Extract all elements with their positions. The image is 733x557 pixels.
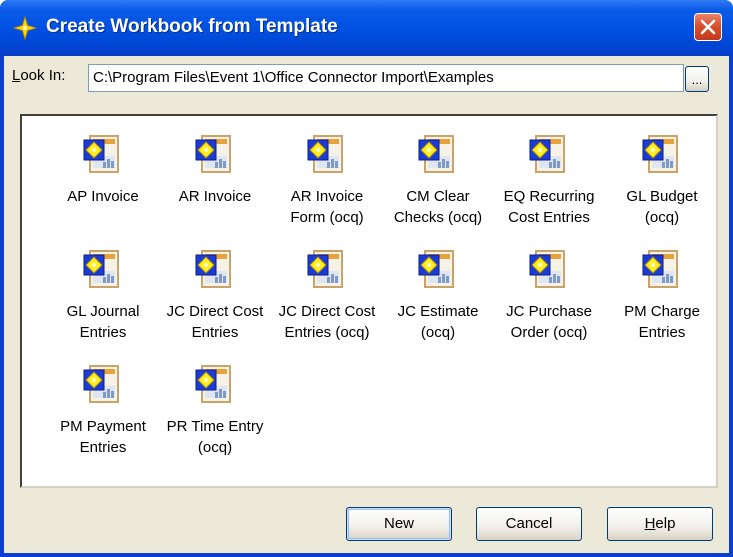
cancel-button[interactable]: Cancel [476,507,582,541]
template-item-label-line1: JC Direct Cost [166,303,264,320]
template-item-label-line2: Entries [638,324,686,341]
template-item[interactable]: AR Invoice Form (ocq) [270,132,384,252]
template-item-label: JC Direct Cost Entries (ocq) [270,301,384,343]
template-item-label: PR Time Entry (ocq) [158,416,272,458]
template-item-label-line1: PM Payment [60,418,146,435]
browse-button[interactable]: ... [685,66,709,92]
template-item-label: GL Journal Entries [46,301,160,343]
workbook-template-icon [529,135,565,173]
template-item[interactable]: GL Budget (ocq) [605,132,719,252]
template-item-label: PM Charge Entries [605,301,719,343]
template-item[interactable]: PR Time Entry (ocq) [158,362,272,482]
template-item-label-line2: Entries (ocq) [284,324,370,341]
template-item-label: EQ Recurring Cost Entries [492,186,606,228]
workbook-template-icon [642,250,678,288]
template-item-label-line2: (ocq) [420,324,456,341]
workbook-template-icon [307,135,343,173]
template-item-label: CM Clear Checks (ocq) [381,186,495,228]
template-item-label-line2: Entries [79,324,127,341]
template-items: AP Invoice AR Invoice AR Invoice Form (oc… [22,116,716,486]
template-item-label-line1: AR Invoice [290,188,364,205]
template-item-label: AP Invoice [46,186,160,207]
workbook-template-icon [83,250,119,288]
template-item-label: JC Estimate (ocq) [381,301,495,343]
workbook-template-icon [418,135,454,173]
workbook-template-icon [83,135,119,173]
template-item[interactable]: CM Clear Checks (ocq) [381,132,495,252]
workbook-template-icon [642,135,678,173]
workbook-template-icon [195,250,231,288]
template-item[interactable]: EQ Recurring Cost Entries [492,132,606,252]
template-item-label-line1: AP Invoice [67,188,139,205]
dialog-window: Create Workbook from Template Look In: C… [0,0,733,557]
dialog-body: Look In: C:\Program Files\Event 1\Office… [4,56,729,553]
close-icon [700,19,716,35]
template-item-label: GL Budget (ocq) [605,186,719,228]
template-item-label: PM Payment Entries [46,416,160,458]
look-in-label: Look In: [12,67,66,84]
template-item-label-line1: EQ Recurring [503,188,595,205]
template-item-label-line2: Order (ocq) [510,324,588,341]
template-item-label: AR Invoice [158,186,272,207]
template-item-label-line1: AR Invoice [178,188,252,205]
workbook-template-icon [529,250,565,288]
template-item-label-line2: Entries [79,439,127,456]
template-item[interactable]: AR Invoice [158,132,272,252]
template-item-label-line1: GL Budget [626,188,698,205]
template-item-label-line1: JC Estimate [397,303,479,320]
template-item-label-line2: (ocq) [197,439,233,456]
template-item-label-line1: JC Purchase [506,303,592,320]
template-item-label: JC Purchase Order (ocq) [492,301,606,343]
template-item[interactable]: JC Direct Cost Entries [158,247,272,367]
template-item[interactable]: JC Direct Cost Entries (ocq) [270,247,384,367]
title-bar[interactable]: Create Workbook from Template [0,0,733,56]
close-button[interactable] [694,13,722,41]
template-item[interactable]: JC Estimate (ocq) [381,247,495,367]
workbook-template-icon [307,250,343,288]
template-item[interactable]: JC Purchase Order (ocq) [492,247,606,367]
template-list[interactable]: AP Invoice AR Invoice AR Invoice Form (oc… [20,114,718,488]
template-item-label-line1: CM Clear [406,188,470,205]
help-button[interactable]: Help [607,507,713,541]
template-item-label: JC Direct Cost Entries [158,301,272,343]
template-item-label-line1: PR Time Entry [166,418,264,435]
template-item-label-line1: PM Charge [624,303,700,320]
template-item-label: AR Invoice Form (ocq) [270,186,384,228]
workbook-template-icon [195,365,231,403]
template-item[interactable]: GL Journal Entries [46,247,160,367]
template-item-label-line2: Form (ocq) [290,209,364,226]
template-item[interactable]: PM Charge Entries [605,247,719,367]
window-title: Create Workbook from Template [46,16,338,37]
sparkle-icon [13,16,37,40]
workbook-template-icon [195,135,231,173]
template-item[interactable]: AP Invoice [46,132,160,252]
template-item-label-line1: GL Journal [66,303,140,320]
workbook-template-icon [83,365,119,403]
template-item-label-line2: Cost Entries [508,209,590,226]
workbook-template-icon [418,250,454,288]
template-item-label-line2: Checks (ocq) [393,209,483,226]
template-item-label-line2: Entries [191,324,239,341]
look-in-path-field[interactable]: C:\Program Files\Event 1\Office Connecto… [88,64,684,92]
template-item-label-line2: (ocq) [644,209,680,226]
new-button[interactable]: New [346,507,452,541]
template-item-label-line1: JC Direct Cost [278,303,376,320]
template-item[interactable]: PM Payment Entries [46,362,160,482]
